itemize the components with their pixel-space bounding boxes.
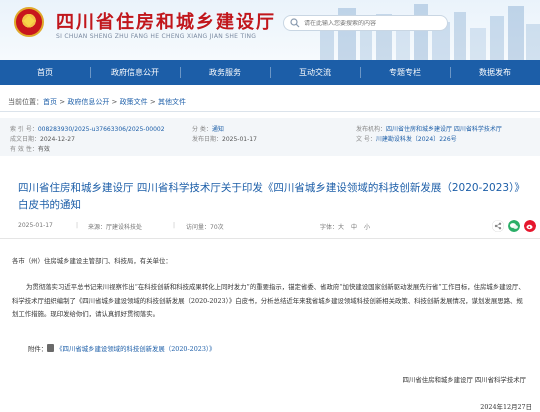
nav-item-interaction[interactable]: 互动交流 — [270, 60, 360, 85]
search-input[interactable] — [304, 19, 444, 27]
wechat-icon[interactable] — [508, 220, 520, 232]
meta-index-label: 索 引 号： — [10, 126, 38, 133]
meta-issuer-value: 四川省住房和城乡建设厅 四川省科学技术厅 — [386, 126, 502, 133]
breadcrumb-other-docs[interactable]: 其他文件 — [158, 98, 186, 106]
site-subtitle: SI CHUAN SHENG ZHU FANG HE CHENG XIANG J… — [56, 33, 257, 40]
meta-validity: 有 效 性：有效 — [10, 144, 50, 153]
breadcrumb-separator: > — [147, 98, 158, 106]
search-box[interactable] — [283, 15, 448, 31]
meta-docno-value: 川建勘设科发〔2024〕226号 — [375, 136, 457, 143]
main-nav: 首页 政府信息公开 政务服务 互动交流 专题专栏 数据发布 — [0, 60, 540, 85]
breadcrumb: 当前位置：首页 > 政府信息公开 > 政策文件 > 其他文件 — [8, 97, 186, 107]
meta-category-value: 通知 — [211, 126, 224, 133]
attachment-link[interactable]: 《四川省城乡建设领域的科技创新发展（2020-2023）》 — [56, 345, 215, 353]
meta-index-value: 008283930/2025-u37663306/2025-00002 — [37, 126, 165, 133]
nav-item-gov-services[interactable]: 政务服务 — [180, 60, 270, 85]
nav-item-topics[interactable]: 专题专栏 — [360, 60, 450, 85]
search-icon[interactable] — [290, 18, 300, 28]
weibo-icon[interactable] — [524, 220, 536, 232]
info-separator: | — [76, 222, 79, 229]
paragraph: 为贯彻落实习近平总书记来川视察作出“在科技创新和科技成果转化上同时发力”的重要指… — [12, 283, 525, 318]
site-title[interactable]: 四川省住房和城乡建设厅 — [56, 8, 276, 34]
breadcrumb-separator: > — [57, 98, 68, 106]
font-size-small[interactable]: 小 — [364, 222, 370, 231]
meta-publish-label: 发布日期： — [192, 136, 223, 143]
breadcrumb-home[interactable]: 首页 — [43, 98, 57, 106]
article-source: 来源：厅建设科技处 — [88, 224, 143, 231]
nav-item-data[interactable]: 数据发布 — [450, 60, 540, 85]
attachment-label: 附件： — [28, 345, 48, 353]
font-size-label: 字体： — [320, 224, 339, 231]
font-size-medium[interactable]: 中 — [351, 222, 357, 231]
info-separator: | — [173, 222, 176, 229]
meta-written-date: 成文日期：2024-12-27 — [10, 134, 75, 143]
meta-validity-label: 有 效 性： — [10, 146, 38, 153]
national-emblem-logo[interactable] — [14, 7, 44, 37]
share-icon[interactable] — [492, 220, 504, 232]
article-views: 访问量：70次 — [186, 224, 224, 231]
breadcrumb-prefix: 当前位置： — [8, 98, 43, 106]
meta-publish-value: 2025-01-17 — [222, 136, 257, 143]
meta-written-value: 2024-12-27 — [40, 136, 75, 143]
breadcrumb-separator: > — [109, 98, 120, 106]
meta-written-label: 成文日期： — [10, 136, 41, 143]
meta-publish-date: 发布日期：2025-01-17 — [192, 134, 257, 143]
signature: 四川省住房和城乡建设厅 四川省科学技术厅 — [402, 376, 526, 384]
meta-issuer-label: 发布机构： — [356, 126, 387, 133]
nav-item-home[interactable]: 首页 — [0, 60, 90, 85]
article-title: 四川省住房和城乡建设厅 四川省科学技术厅关于印发《四川省城乡建设领域的科技创新发… — [18, 182, 520, 211]
site-header: 四川省住房和城乡建设厅 SI CHUAN SHENG ZHU FANG HE C… — [0, 0, 540, 60]
font-size-large[interactable]: 大 — [338, 222, 344, 231]
breadcrumb-policy-docs[interactable]: 政策文件 — [120, 98, 148, 106]
breadcrumb-gov-info[interactable]: 政府信息公开 — [67, 98, 109, 106]
divider — [0, 238, 540, 239]
article-info-bar: 2025-01-17 | 来源：厅建设科技处 | 访问量：70次 字体： 大 中… — [18, 220, 536, 234]
signature-date: 2024年12月27日 — [480, 403, 532, 411]
meta-issuer: 发布机构：四川省住房和城乡建设厅 四川省科学技术厅 — [356, 124, 502, 133]
meta-category: 分 类：通知 — [192, 124, 224, 133]
meta-docno-label: 文 号： — [356, 136, 376, 143]
meta-category-label: 分 类： — [192, 126, 212, 133]
nav-item-gov-info[interactable]: 政府信息公开 — [90, 60, 180, 85]
article-date: 2025-01-17 — [18, 222, 53, 229]
divider — [0, 111, 540, 112]
salutation: 各市（州）住房城乡建设主管部门、科技局，有关单位： — [12, 257, 172, 265]
meta-index: 索 引 号：008283930/2025-u37663306/2025-0000… — [10, 124, 165, 133]
meta-validity-value: 有效 — [37, 146, 50, 153]
document-meta: 索 引 号：008283930/2025-u37663306/2025-0000… — [0, 118, 540, 156]
meta-doc-number: 文 号：川建勘设科发〔2024〕226号 — [356, 134, 457, 143]
attachment: 附件： 《四川省城乡建设领域的科技创新发展（2020-2023）》 — [28, 344, 215, 353]
attachment-file-icon — [47, 344, 55, 352]
